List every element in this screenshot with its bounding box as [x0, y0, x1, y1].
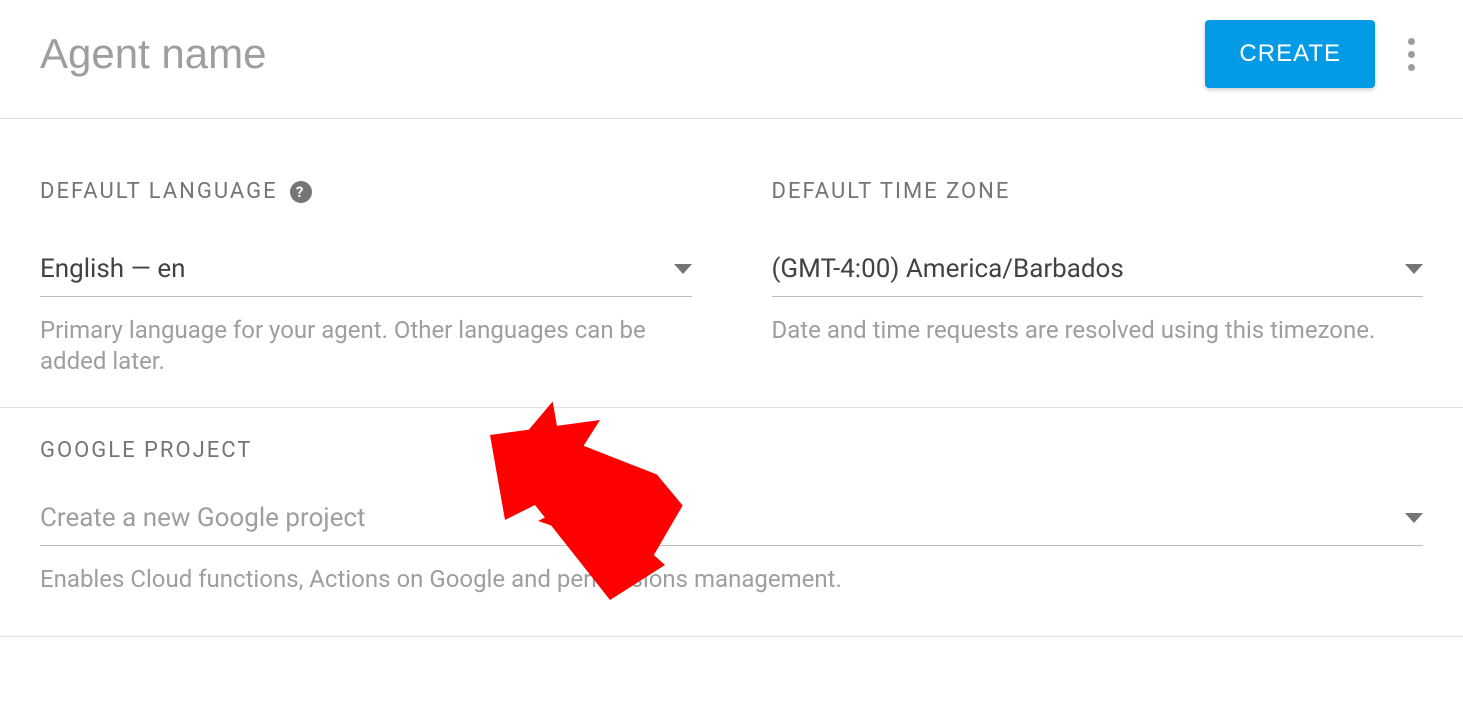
- default-timezone-value: (GMT-4:00) America/Barbados: [772, 254, 1124, 284]
- google-project-select[interactable]: Create a new Google project: [40, 503, 1423, 546]
- create-button[interactable]: CREATE: [1205, 20, 1375, 88]
- chevron-down-icon: [1405, 513, 1423, 523]
- help-icon[interactable]: ?: [290, 181, 312, 203]
- default-timezone-label: DEFAULT TIME ZONE: [772, 179, 1424, 204]
- chevron-down-icon: [674, 264, 692, 274]
- chevron-down-icon: [1405, 264, 1423, 274]
- google-project-label: GOOGLE PROJECT: [40, 438, 1423, 463]
- default-language-select[interactable]: English — en: [40, 254, 692, 297]
- google-project-label-text: GOOGLE PROJECT: [40, 438, 252, 463]
- default-language-label-text: DEFAULT LANGUAGE: [40, 179, 278, 204]
- settings-row: DEFAULT LANGUAGE ? English — en Primary …: [40, 179, 1423, 377]
- default-timezone-group: DEFAULT TIME ZONE (GMT-4:00) America/Bar…: [772, 179, 1424, 377]
- google-project-hint: Enables Cloud functions, Actions on Goog…: [40, 564, 1423, 595]
- google-project-section: GOOGLE PROJECT Create a new Google proje…: [0, 407, 1463, 636]
- default-language-value: English — en: [40, 254, 185, 284]
- default-language-hint: Primary language for your agent. Other l…: [40, 315, 692, 377]
- default-language-label: DEFAULT LANGUAGE ?: [40, 179, 692, 204]
- agent-name-input[interactable]: [40, 30, 840, 78]
- default-timezone-hint: Date and time requests are resolved usin…: [772, 315, 1424, 346]
- default-timezone-select[interactable]: (GMT-4:00) America/Barbados: [772, 254, 1424, 297]
- more-vertical-icon[interactable]: [1400, 30, 1423, 79]
- default-timezone-label-text: DEFAULT TIME ZONE: [772, 179, 1011, 204]
- default-language-group: DEFAULT LANGUAGE ? English — en Primary …: [40, 179, 692, 377]
- google-project-placeholder: Create a new Google project: [40, 503, 366, 533]
- header-actions: CREATE: [1205, 20, 1423, 88]
- header: CREATE: [0, 0, 1463, 119]
- content: DEFAULT LANGUAGE ? English — en Primary …: [0, 119, 1463, 377]
